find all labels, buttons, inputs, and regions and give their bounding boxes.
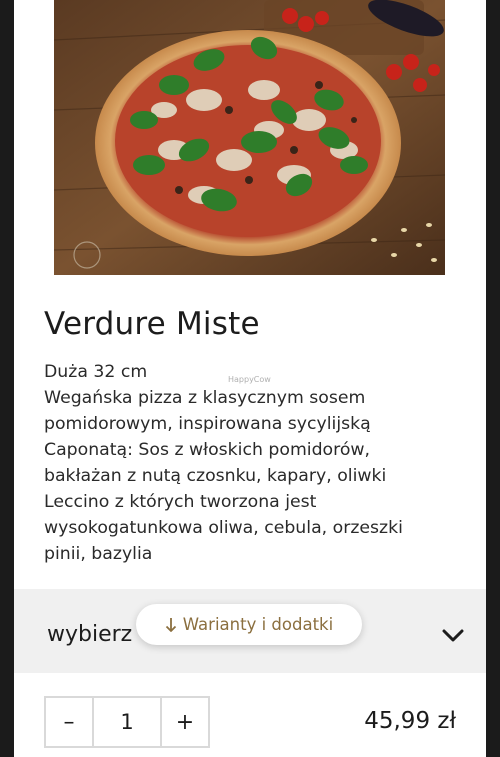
description-line: Caponatą: Sos z włoskich pomidorów, — [44, 440, 371, 460]
pizza-photo — [54, 0, 445, 275]
description-line: wysokogatunkowa oliwa, cebula, orzeszki — [44, 518, 403, 538]
variant-select-label: wybierz — [47, 622, 133, 647]
product-title: Verdure Miste — [44, 306, 260, 342]
description-line: Wegańska pizza z klasycznym sosem — [44, 388, 366, 408]
description-line: bakłażan z nutą czosnku, kapary, oliwki — [44, 466, 387, 486]
product-description: Duża 32 cm Wegańska pizza z klasycznym s… — [44, 359, 464, 567]
variants-addons-label: Warianty i dodatki — [182, 615, 334, 634]
product-price: 45,99 zł — [364, 708, 456, 734]
quantity-stepper: – 1 + — [44, 696, 210, 748]
increment-button[interactable]: + — [162, 698, 208, 746]
chevron-down-icon[interactable] — [442, 629, 464, 643]
description-line: Leccino z których tworzona jest — [44, 492, 317, 512]
product-size: Duża 32 cm — [44, 362, 148, 382]
decrement-button[interactable]: – — [46, 698, 92, 746]
quantity-value[interactable]: 1 — [92, 698, 162, 746]
description-line: pomidorowym, inspirowana sycylijską — [44, 414, 371, 434]
description-line: pinii, bazylia — [44, 544, 153, 564]
variants-addons-button[interactable]: Warianty i dodatki — [136, 604, 362, 645]
arrow-down-icon — [165, 617, 176, 632]
